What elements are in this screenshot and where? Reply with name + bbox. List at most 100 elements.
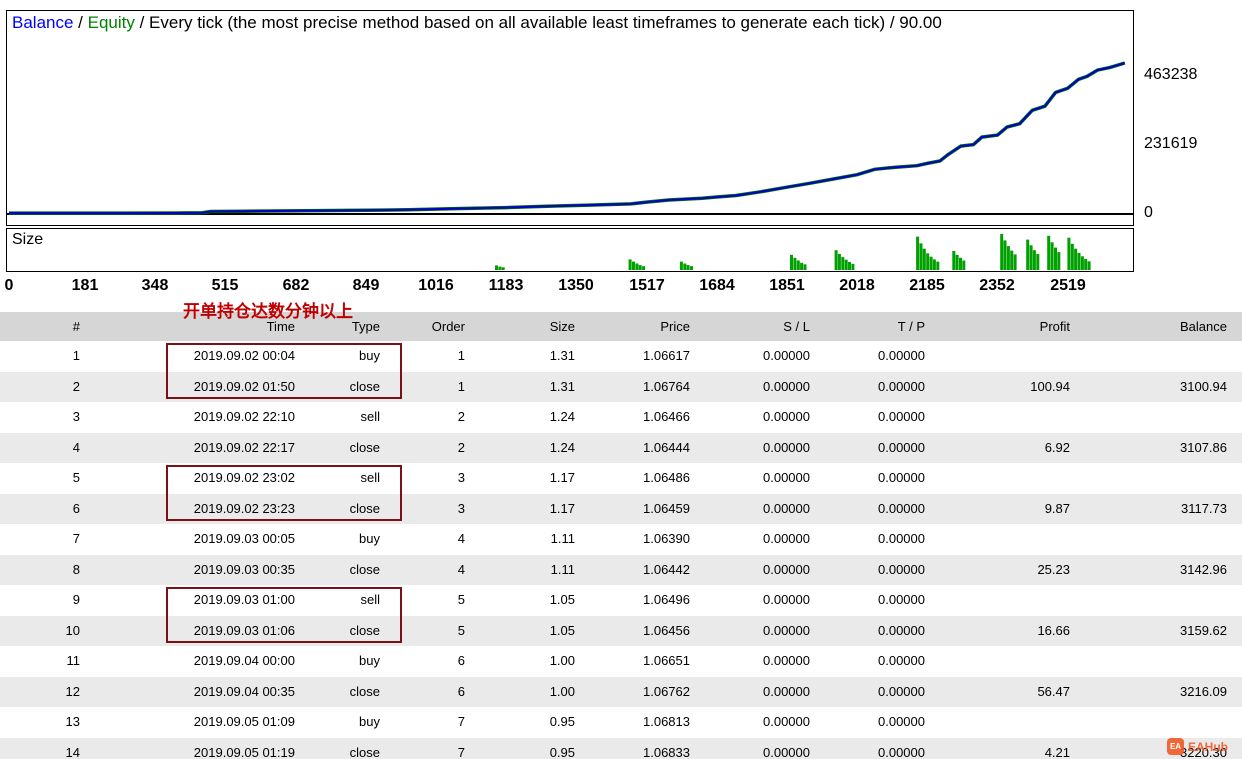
x-axis-label: 2519	[1050, 277, 1086, 294]
cell-price: 1.06486	[643, 470, 690, 485]
header-balance: Balance	[1180, 319, 1227, 334]
cell-profit: 100.94	[1030, 378, 1070, 394]
cell-sl: 0.00000	[763, 470, 810, 485]
table-row[interactable]: 12 2019.09.04 00:35 close 6 1.00 1.06762 0.000…	[0, 676, 1242, 707]
cell-profit: 4.21	[1044, 744, 1070, 759]
cell-time: 2019.09.02 22:17	[193, 439, 295, 455]
balance-chart-svg	[7, 61, 1133, 215]
header-profit: Profit	[1039, 319, 1070, 334]
cell-price: 1.06496	[643, 592, 690, 607]
table-row[interactable]: 11 2019.09.04 00:00 buy 6 1.00 1.06651 0.00000…	[0, 646, 1242, 677]
y-axis-label: 231619	[1144, 135, 1198, 152]
cell-tp: 0.00000	[878, 500, 925, 516]
cell-time: 2019.09.05 01:09	[193, 714, 295, 729]
cell-time: 2019.09.05 01:19	[193, 744, 295, 759]
cell-order: 1	[457, 378, 465, 394]
cell-balance	[1080, 463, 1237, 494]
cell-order: 3	[457, 470, 465, 485]
header-num: #	[72, 319, 80, 334]
cell-profit: 9.87	[1044, 500, 1070, 516]
cell-order: 2	[457, 439, 465, 455]
cell-tp: 0.00000	[878, 470, 925, 485]
eahub-icon: EA	[1167, 738, 1184, 755]
cell-size: 0.95	[549, 714, 575, 729]
cell-time: 2019.09.02 22:10	[193, 409, 295, 424]
cell-tp: 0.00000	[878, 378, 925, 394]
cell-profit	[935, 341, 1080, 372]
cell-profit	[935, 646, 1080, 677]
cell-order: 7	[457, 714, 465, 729]
header-order: Order	[431, 319, 465, 334]
cell-time: 2019.09.03 00:35	[193, 561, 295, 577]
cell-num: 11	[66, 653, 81, 668]
cell-time: 2019.09.03 00:05	[193, 531, 295, 546]
cell-sl: 0.00000	[763, 348, 810, 363]
cell-order: 4	[457, 531, 465, 546]
cell-price: 1.06459	[643, 500, 690, 516]
table-row[interactable]: 14 2019.09.05 01:19 close 7 0.95 1.06833 0.000…	[0, 737, 1242, 759]
cell-price: 1.06651	[643, 653, 690, 668]
table-row[interactable]: 4 2019.09.02 22:17 close 2 1.24 1.06444 0.0000…	[0, 432, 1242, 463]
title-balance-label: Balance	[12, 13, 74, 32]
trades-table-body: 1 2019.09.02 00:04 buy 1 1.31 1.06617 0.00000 0…	[0, 341, 1242, 759]
cell-price: 1.06762	[643, 683, 690, 699]
cell-balance: 3216.09	[1180, 683, 1227, 699]
cell-num: 2	[72, 378, 80, 394]
cell-num: 6	[72, 500, 80, 516]
cell-size: 1.00	[549, 653, 575, 668]
highlight-box	[166, 343, 402, 399]
cell-balance	[1080, 524, 1237, 555]
cell-balance	[1080, 646, 1237, 677]
cell-type: sell	[360, 409, 380, 424]
cell-price: 1.06466	[643, 409, 690, 424]
cell-sl: 0.00000	[763, 622, 810, 638]
header-price: Price	[660, 319, 690, 334]
table-row[interactable]: 3 2019.09.02 22:10 sell 2 1.24 1.06466 0.00000…	[0, 402, 1242, 433]
x-axis: 0 181 348 515 682 849 1016 1183 1350 1517 1684 1851…	[5, 277, 1187, 299]
title-method-text: Every tick (the most precise method base…	[149, 13, 886, 32]
header-tp: T / P	[897, 319, 925, 334]
table-row[interactable]: 13 2019.09.05 01:09 buy 7 0.95 1.06813 0.00000…	[0, 707, 1242, 738]
table-row[interactable]: 8 2019.09.03 00:35 close 4 1.11 1.06442 0.0000…	[0, 554, 1242, 585]
cell-sl: 0.00000	[763, 714, 810, 729]
balance-chart-panel: Balance / Equity / Every tick (the most …	[6, 10, 1134, 226]
cell-time: 2019.09.04 00:00	[193, 653, 295, 668]
cell-tp: 0.00000	[878, 683, 925, 699]
table-row[interactable]: 7 2019.09.03 00:05 buy 4 1.11 1.06390 0.00000 0…	[0, 524, 1242, 555]
cell-size: 1.11	[550, 531, 575, 546]
highlight-box	[166, 587, 402, 643]
cell-size: 1.05	[549, 622, 575, 638]
title-separator: /	[134, 13, 150, 32]
y-axis-label: 0	[1144, 204, 1153, 221]
cell-profit	[935, 707, 1080, 738]
cell-num: 3	[72, 409, 80, 424]
cell-order: 1	[457, 348, 465, 363]
eahub-watermark[interactable]: EA EAHub	[1167, 738, 1228, 755]
header-sl: S / L	[783, 319, 810, 334]
cell-num: 1	[72, 348, 80, 363]
cell-sl: 0.00000	[763, 500, 810, 516]
x-axis-label: 2018	[839, 277, 875, 294]
cell-type: buy	[359, 714, 380, 729]
cell-balance	[1080, 707, 1237, 738]
cell-order: 7	[457, 744, 465, 759]
x-axis-label: 1016	[418, 277, 454, 294]
cell-order: 6	[457, 683, 465, 699]
cell-size: 1.24	[549, 439, 575, 455]
cell-type: close	[349, 439, 380, 455]
cell-size: 1.00	[549, 683, 575, 699]
cell-balance: 3159.62	[1180, 622, 1227, 638]
cell-num: 10	[65, 622, 80, 638]
cell-size: 1.11	[550, 561, 575, 577]
cell-tp: 0.00000	[878, 653, 925, 668]
cell-tp: 0.00000	[878, 714, 925, 729]
cell-tp: 0.00000	[878, 439, 925, 455]
annotation-text: 开单持仓达数分钟以上	[183, 302, 353, 321]
x-axis-label: 2185	[909, 277, 945, 294]
title-quality-value: 90.00	[899, 13, 942, 32]
cell-price: 1.06833	[643, 744, 690, 759]
eahub-label: EAHub	[1188, 739, 1228, 754]
cell-balance: 3107.86	[1180, 439, 1227, 455]
title-separator: /	[73, 13, 88, 32]
cell-sl: 0.00000	[763, 744, 810, 759]
